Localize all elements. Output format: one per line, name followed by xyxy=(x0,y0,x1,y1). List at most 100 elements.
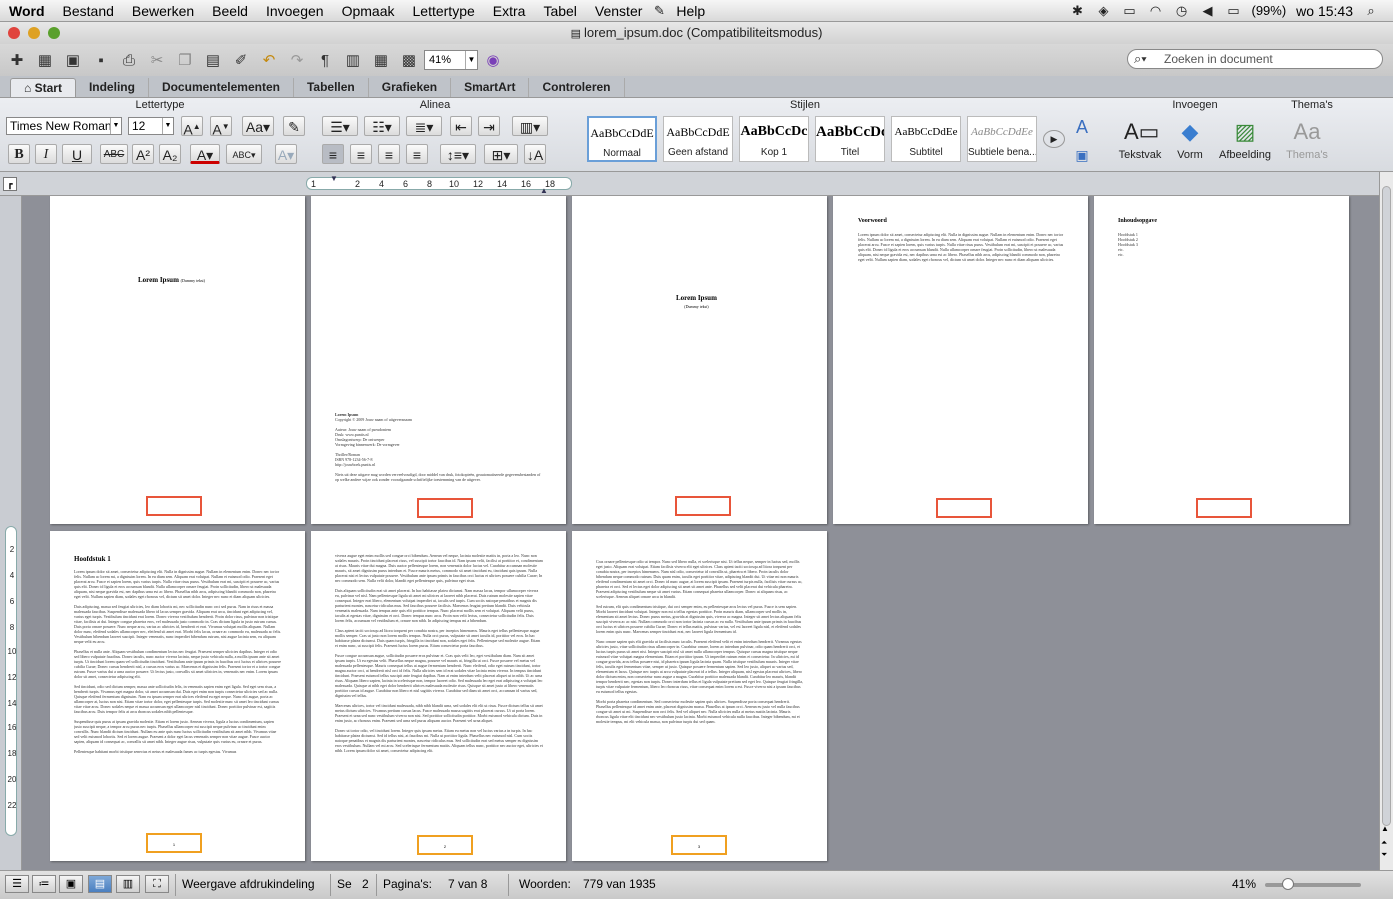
tab-smartart[interactable]: SmartArt xyxy=(451,78,530,97)
document-canvas[interactable]: Lorem Ipsum (Dummy tekst) Lorem Ipsum Co… xyxy=(22,196,1379,870)
menu-bestand[interactable]: Bestand xyxy=(54,0,123,22)
font-color-button[interactable]: A▾ xyxy=(190,144,220,164)
footer-page-number[interactable]: 1 xyxy=(146,833,202,853)
themes-button[interactable]: Aa Thema's xyxy=(1282,118,1332,161)
bullets-button[interactable]: ☰▾ xyxy=(322,116,358,136)
indent-marker-icon[interactable]: ▼ xyxy=(330,174,338,183)
paste-icon[interactable]: ▤ xyxy=(200,48,226,72)
horizontal-ruler[interactable]: 1 2 4 6 8 10 12 14 16 18 xyxy=(306,177,572,190)
footer-placeholder[interactable] xyxy=(1196,498,1252,518)
wifi-icon[interactable]: ◠ xyxy=(1147,3,1163,18)
page-voorwoord[interactable]: Voorwoord Lorem ipsum dolor sit amet, co… xyxy=(833,196,1088,524)
page-chapter-2[interactable]: viverra augue eget enim mollis sed congu… xyxy=(311,531,566,861)
decrease-indent-button[interactable]: ⇤ xyxy=(450,116,472,136)
outline-view-button[interactable]: ≔ xyxy=(32,875,56,893)
grow-font-button[interactable]: A▲ xyxy=(181,116,203,138)
footer-placeholder[interactable] xyxy=(417,498,473,518)
subscript-button[interactable]: A₂ xyxy=(159,144,181,164)
tab-start[interactable]: ⌂ Start xyxy=(10,78,76,97)
shape-button[interactable]: ◆ Vorm xyxy=(1168,118,1212,161)
menu-opmaak[interactable]: Opmaak xyxy=(333,0,404,22)
save-icon[interactable]: ▪ xyxy=(88,48,114,72)
italic-button[interactable]: I xyxy=(35,144,57,164)
align-center-button[interactable]: ≡ xyxy=(350,144,372,164)
sort-button[interactable]: ↓A xyxy=(524,144,546,164)
menu-tabel[interactable]: Tabel xyxy=(534,0,585,22)
change-case-button[interactable]: Aa▾ xyxy=(242,116,274,136)
strikethrough-button[interactable]: ABC xyxy=(100,144,128,164)
volume-icon[interactable]: ◀ xyxy=(1199,3,1215,18)
previous-page-icon[interactable]: ⏶ xyxy=(1381,838,1387,848)
scrollbar-thumb[interactable] xyxy=(1382,186,1391,826)
word-count-value[interactable]: 779 van 1935 xyxy=(583,877,656,891)
shrink-font-button[interactable]: A▼ xyxy=(210,116,232,138)
zoom-slider[interactable] xyxy=(1265,883,1361,887)
help-icon[interactable]: ◉ xyxy=(480,48,506,72)
menu-beeld[interactable]: Beeld xyxy=(203,0,257,22)
footer-placeholder[interactable] xyxy=(146,496,202,516)
menu-lettertype[interactable]: Lettertype xyxy=(404,0,484,22)
style-pane-icon[interactable]: ▣ xyxy=(1071,144,1093,164)
style-kop-1[interactable]: AaBbCcDc Kop 1 xyxy=(739,116,809,162)
app-menu[interactable]: Word xyxy=(0,0,54,22)
textbox-button[interactable]: A▭ Tekstvak xyxy=(1114,118,1166,161)
copy-icon[interactable]: ❐ xyxy=(172,48,198,72)
line-spacing-button[interactable]: ↕≡▾ xyxy=(440,144,476,164)
time-machine-icon[interactable]: ◷ xyxy=(1173,3,1189,18)
clear-formatting-button[interactable]: ✎ xyxy=(283,116,305,136)
style-subtitel[interactable]: AaBbCcDdEe Subtitel xyxy=(891,116,961,162)
menu-bewerken[interactable]: Bewerken xyxy=(123,0,203,22)
text-effects-button[interactable]: A▾ xyxy=(275,144,297,164)
print-layout-view-button[interactable]: ▤ xyxy=(88,875,112,893)
fullscreen-view-button[interactable]: ⛶ xyxy=(145,875,169,893)
close-window-button[interactable] xyxy=(8,27,20,39)
spotlight-icon[interactable]: ⌕ xyxy=(1363,3,1379,18)
zoom-select[interactable]: 41% ▼ xyxy=(424,50,478,70)
toolbox-icon[interactable]: ▩ xyxy=(396,48,422,72)
tab-documentelementen[interactable]: Documentelementen xyxy=(149,78,294,97)
align-left-button[interactable]: ≡ xyxy=(322,144,344,164)
columns-button[interactable]: ▥▾ xyxy=(512,116,548,136)
new-document-icon[interactable]: ✚ xyxy=(4,48,30,72)
menu-venster[interactable]: Venster xyxy=(586,0,651,22)
next-page-icon[interactable]: ⏷ xyxy=(1381,850,1387,860)
borders-button[interactable]: ⊞▾ xyxy=(484,144,518,164)
tab-controleren[interactable]: Controleren xyxy=(529,78,625,97)
style-subtiele-benadrukking[interactable]: AaBbCcDdEe Subtiele bena... xyxy=(967,116,1037,162)
increase-indent-button[interactable]: ⇥ xyxy=(478,116,500,136)
vertical-ruler-track[interactable]: 2 4 6 8 10 12 14 16 18 20 22 xyxy=(5,526,17,836)
page-chapter-3[interactable]: Cras ornare pellentesque odio ut tempor.… xyxy=(572,531,827,861)
highlight-button[interactable]: ABC▾ xyxy=(226,144,262,164)
menu-invoegen[interactable]: Invoegen xyxy=(257,0,333,22)
page-title[interactable]: Lorem Ipsum (Dummy tekst) xyxy=(50,196,305,524)
styles-next-button[interactable]: ▶ xyxy=(1043,130,1065,148)
script-icon[interactable]: ✎ xyxy=(651,3,667,18)
picture-button[interactable]: ▨ Afbeelding xyxy=(1214,118,1276,161)
footer-page-number[interactable]: 3 xyxy=(671,835,727,855)
style-geen-afstand[interactable]: AaBbCcDdE Geen afstand xyxy=(663,116,733,162)
templates-icon[interactable]: ▦ xyxy=(32,48,58,72)
tab-indeling[interactable]: Indeling xyxy=(76,78,149,97)
footer-page-number[interactable]: 2 xyxy=(417,835,473,855)
style-normaal[interactable]: AaBbCcDdE Normaal xyxy=(587,116,657,162)
menu-extra[interactable]: Extra xyxy=(484,0,535,22)
bold-button[interactable]: B xyxy=(8,144,30,164)
zoom-window-button[interactable] xyxy=(48,27,60,39)
tab-tabellen[interactable]: Tabellen xyxy=(294,78,369,97)
dropbox-icon[interactable]: ◈ xyxy=(1095,3,1111,18)
justify-button[interactable]: ≡ xyxy=(406,144,428,164)
scroll-up-icon[interactable]: ▲ xyxy=(1381,824,1389,833)
style-titel[interactable]: AaBbCcDc Titel xyxy=(815,116,885,162)
footer-placeholder[interactable] xyxy=(675,496,731,516)
page-inhoudsopgave[interactable]: Inhoudsopgave Hoofdstuk 1 Hoofdstuk 2 Ho… xyxy=(1094,196,1349,524)
format-painter-icon[interactable]: ✐ xyxy=(228,48,254,72)
open-icon[interactable]: ▣ xyxy=(60,48,86,72)
multilevel-list-button[interactable]: ≣▾ xyxy=(406,116,442,136)
minimize-window-button[interactable] xyxy=(28,27,40,39)
bluetooth-icon[interactable]: ✱ xyxy=(1069,3,1085,18)
notebook-view-button[interactable]: ▥ xyxy=(116,875,140,893)
gallery-icon[interactable]: ▦ xyxy=(368,48,394,72)
font-size-select[interactable]: 12 ▼ xyxy=(128,117,174,135)
tab-stop-icon[interactable]: ┏ xyxy=(3,177,17,191)
display-icon[interactable]: ▭ xyxy=(1121,3,1137,18)
